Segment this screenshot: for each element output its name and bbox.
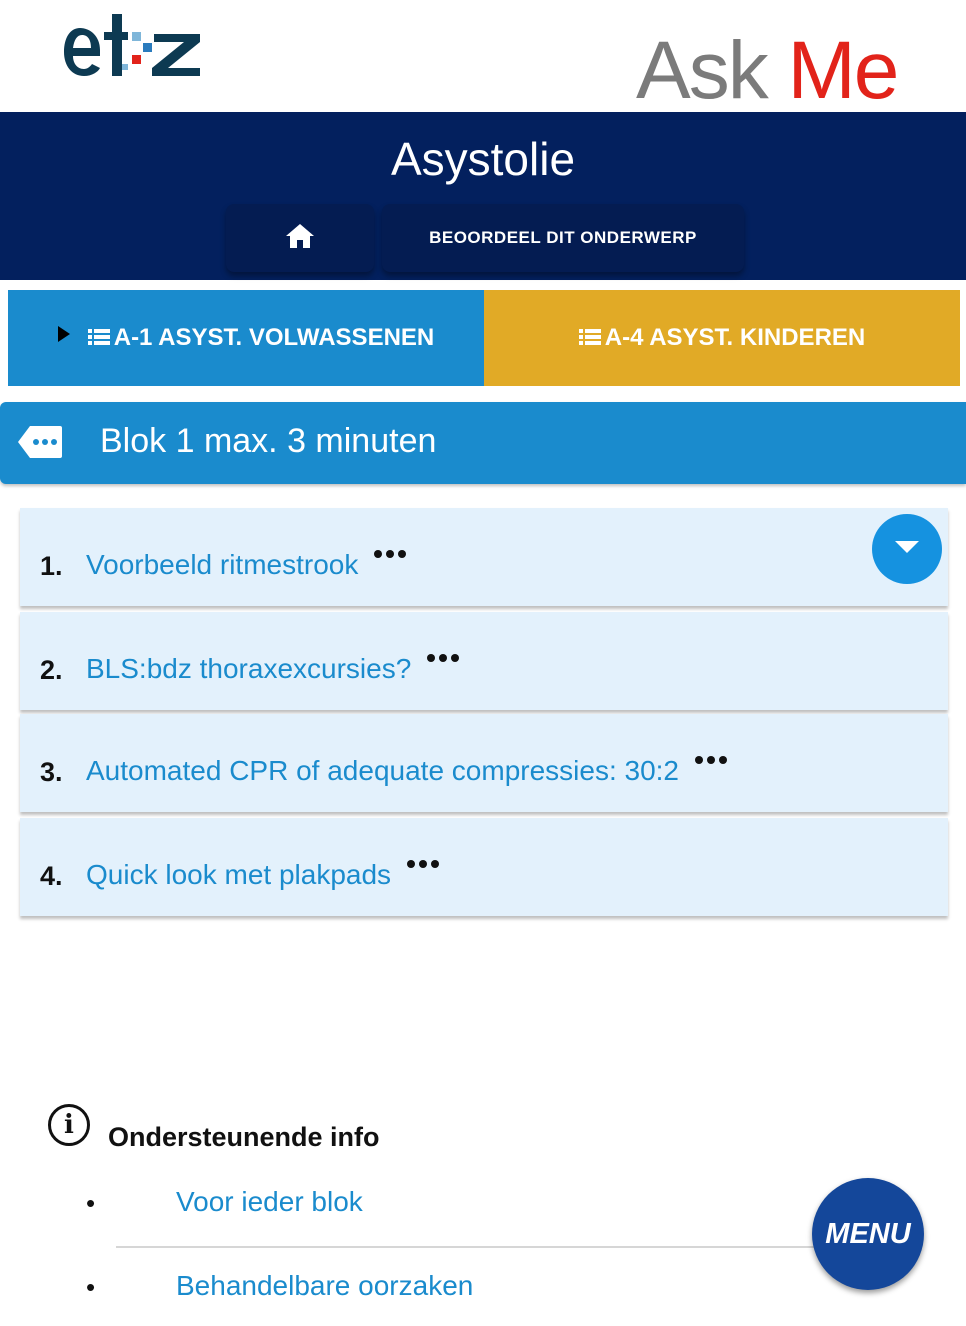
tab-a1-asyst-volwassenen[interactable]: A-1 ASYST. VOLWASSENEN (8, 290, 484, 386)
list-item[interactable]: 3. Automated CPR of adequate compressies… (20, 714, 948, 812)
tag-dots-icon (16, 424, 64, 465)
block-header: Blok 1 max. 3 minuten (0, 402, 966, 484)
list-item[interactable]: 2. BLS:bdz thoraxexcursies? (20, 612, 948, 710)
info-link-behandelbare-oorzaken[interactable]: Behandelbare oorzaken (176, 1270, 473, 1302)
tab-label: A-4 ASYST. KINDEREN (604, 324, 866, 351)
tab-a4-asyst-kinderen[interactable]: A-4 ASYST. KINDEREN (484, 290, 960, 386)
list-icon (87, 324, 110, 352)
tab-label: A-1 ASYST. VOLWASSENEN (113, 324, 435, 351)
home-button[interactable] (226, 204, 374, 272)
etz-logo (62, 10, 212, 90)
item-link[interactable]: Voorbeeld ritmestrook (86, 549, 410, 581)
bullet: • (86, 1188, 96, 1218)
play-icon (57, 326, 70, 342)
info-link-voor-ieder-blok[interactable]: Voor ieder blok (176, 1186, 363, 1218)
more-dots-icon (427, 637, 463, 669)
list-icon (578, 324, 601, 352)
page-title: Asystolie (390, 133, 576, 185)
item-link[interactable]: Automated CPR of adequate compressies: 3… (86, 755, 731, 787)
item-number: 3. (40, 757, 63, 787)
item-number: 2. (40, 655, 63, 685)
item-link[interactable]: BLS:bdz thoraxexcursies? (86, 653, 463, 685)
page-header: Asystolie BEOORDEEL DIT ONDERWERP (0, 112, 966, 280)
more-dots-icon (695, 739, 731, 771)
item-number: 1. (40, 551, 63, 581)
askme-logo: Ask Me (636, 25, 899, 116)
info-title: Ondersteunende info (108, 1122, 380, 1152)
home-icon (285, 223, 315, 254)
chevron-down-icon (893, 539, 921, 560)
block-title: Blok 1 max. 3 minuten (100, 422, 437, 460)
more-dots-icon (374, 533, 410, 565)
top-logo-bar: Ask Me (0, 0, 966, 112)
list-item[interactable]: 4. Quick look met plakpads (20, 818, 948, 916)
item-link[interactable]: Quick look met plakpads (86, 859, 443, 891)
divider (116, 1246, 836, 1248)
more-dots-icon (407, 843, 443, 875)
bullet: • (86, 1272, 96, 1302)
list-item[interactable]: 1. Voorbeeld ritmestrook (20, 508, 948, 606)
item-number: 4. (40, 861, 63, 891)
rate-topic-button[interactable]: BEOORDEEL DIT ONDERWERP (382, 204, 744, 272)
menu-button[interactable]: MENU (812, 1178, 924, 1290)
expand-button[interactable] (872, 514, 942, 584)
info-icon: i (48, 1104, 90, 1146)
